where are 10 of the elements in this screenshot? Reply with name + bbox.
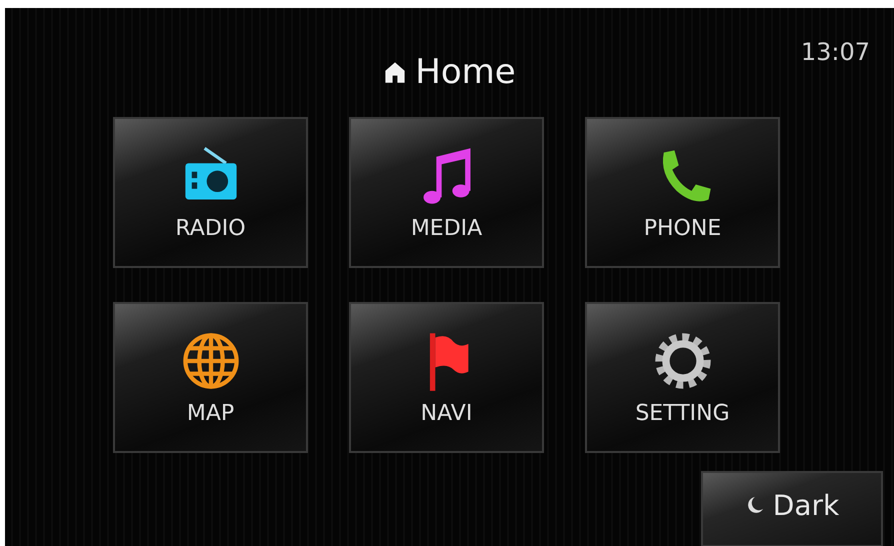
home-icon <box>383 60 408 84</box>
menu-tile[interactable]: PHONE <box>585 117 780 268</box>
menu-tile[interactable]: NAVI <box>349 302 544 453</box>
menu-tile[interactable]: RADIO <box>113 117 308 268</box>
screen-title: Home <box>415 52 516 92</box>
menu-tile[interactable]: MEDIA <box>349 117 544 268</box>
clock-time: 13:07 <box>800 38 870 66</box>
dark-mode-button[interactable]: Dark <box>701 471 883 546</box>
menu-tile[interactable]: MAP <box>113 302 308 453</box>
menu-tile[interactable]: SETTING <box>585 302 780 453</box>
